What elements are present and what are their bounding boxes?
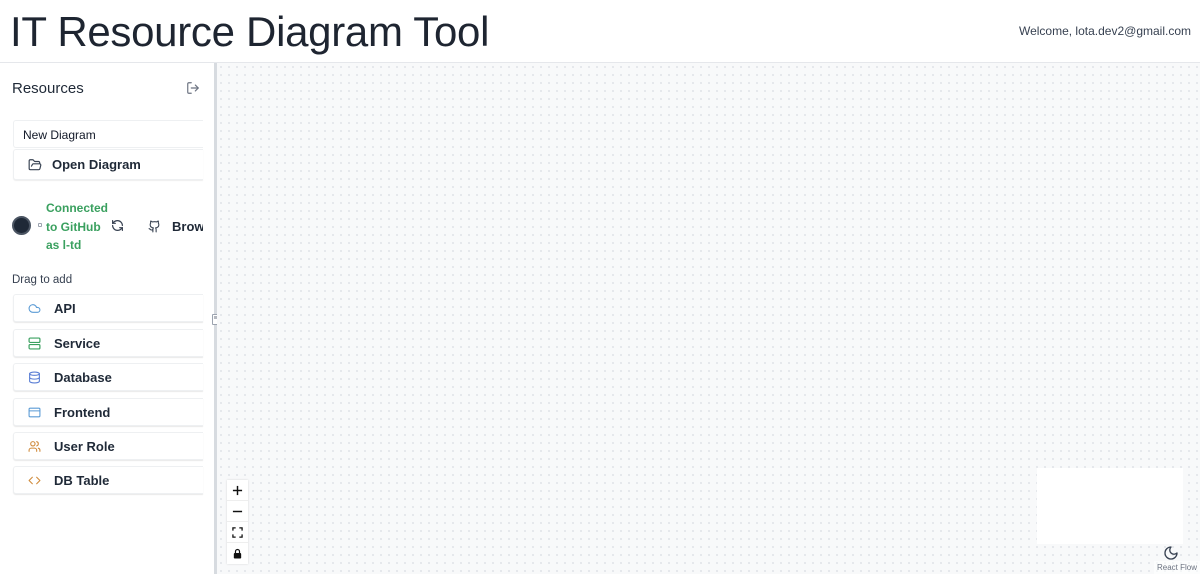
resources-sidebar: Resources New Diagram Open Diagram Conne… <box>0 63 214 574</box>
sidebar-title: Resources <box>12 80 84 97</box>
zoom-out-button[interactable] <box>227 501 248 522</box>
app-header: IT Resource Diagram Tool Welcome, lota.d… <box>0 0 1200 63</box>
open-diagram-button[interactable]: Open Diagram <box>13 149 203 180</box>
folder-open-icon <box>28 158 42 170</box>
sync-icon[interactable] <box>111 219 124 232</box>
palette-item-label: Frontend <box>54 404 111 420</box>
palette-item-label: Service <box>54 335 101 351</box>
drag-to-add-label: Drag to add <box>12 274 73 286</box>
browser-window-icon <box>28 407 41 417</box>
users-icon <box>28 440 41 452</box>
fit-view-button[interactable] <box>227 522 248 543</box>
status-dot-icon <box>38 223 42 227</box>
palette-item-label: Database <box>54 369 112 385</box>
cloud-icon <box>28 303 41 313</box>
welcome-text: Welcome, lota.dev2@gmail.com <box>1018 24 1191 38</box>
diagram-canvas[interactable]: React Flow <box>217 63 1200 574</box>
palette-item-user-role[interactable]: User Role <box>13 432 203 460</box>
canvas-controls <box>227 480 248 564</box>
moon-icon[interactable] <box>1163 545 1179 561</box>
palette-item-label: DB Table <box>54 472 110 488</box>
github-icon <box>148 220 160 232</box>
lock-icon <box>233 548 242 559</box>
open-diagram-label: Open Diagram <box>52 157 141 172</box>
browse-github-button[interactable]: Browse <box>135 212 203 240</box>
palette-item-label: API <box>54 300 76 316</box>
code-icon <box>28 476 41 484</box>
new-diagram-input[interactable]: New Diagram <box>13 120 203 148</box>
zoom-in-button[interactable] <box>227 480 248 501</box>
palette-item-database[interactable]: Database <box>13 363 203 391</box>
minimap[interactable] <box>1037 468 1183 544</box>
react-flow-attribution[interactable]: React Flow <box>1153 561 1200 574</box>
lock-button[interactable] <box>227 543 248 564</box>
github-status: Connected to GitHub as l-td <box>46 201 109 252</box>
logout-icon[interactable] <box>186 81 200 95</box>
app-title: IT Resource Diagram Tool <box>10 8 490 55</box>
palette-item-api[interactable]: API <box>13 294 203 322</box>
server-icon <box>28 336 41 350</box>
fit-view-icon <box>232 526 243 538</box>
palette-item-service[interactable]: Service <box>13 329 203 357</box>
database-icon <box>29 371 40 383</box>
zoom-in-icon <box>232 485 243 495</box>
avatar <box>12 216 31 235</box>
palette-item-db-table[interactable]: DB Table <box>13 466 203 494</box>
palette-item-label: User Role <box>54 438 115 454</box>
browse-label: Browse <box>172 218 203 234</box>
palette-item-frontend[interactable]: Frontend <box>13 398 203 426</box>
zoom-out-icon <box>232 510 243 512</box>
